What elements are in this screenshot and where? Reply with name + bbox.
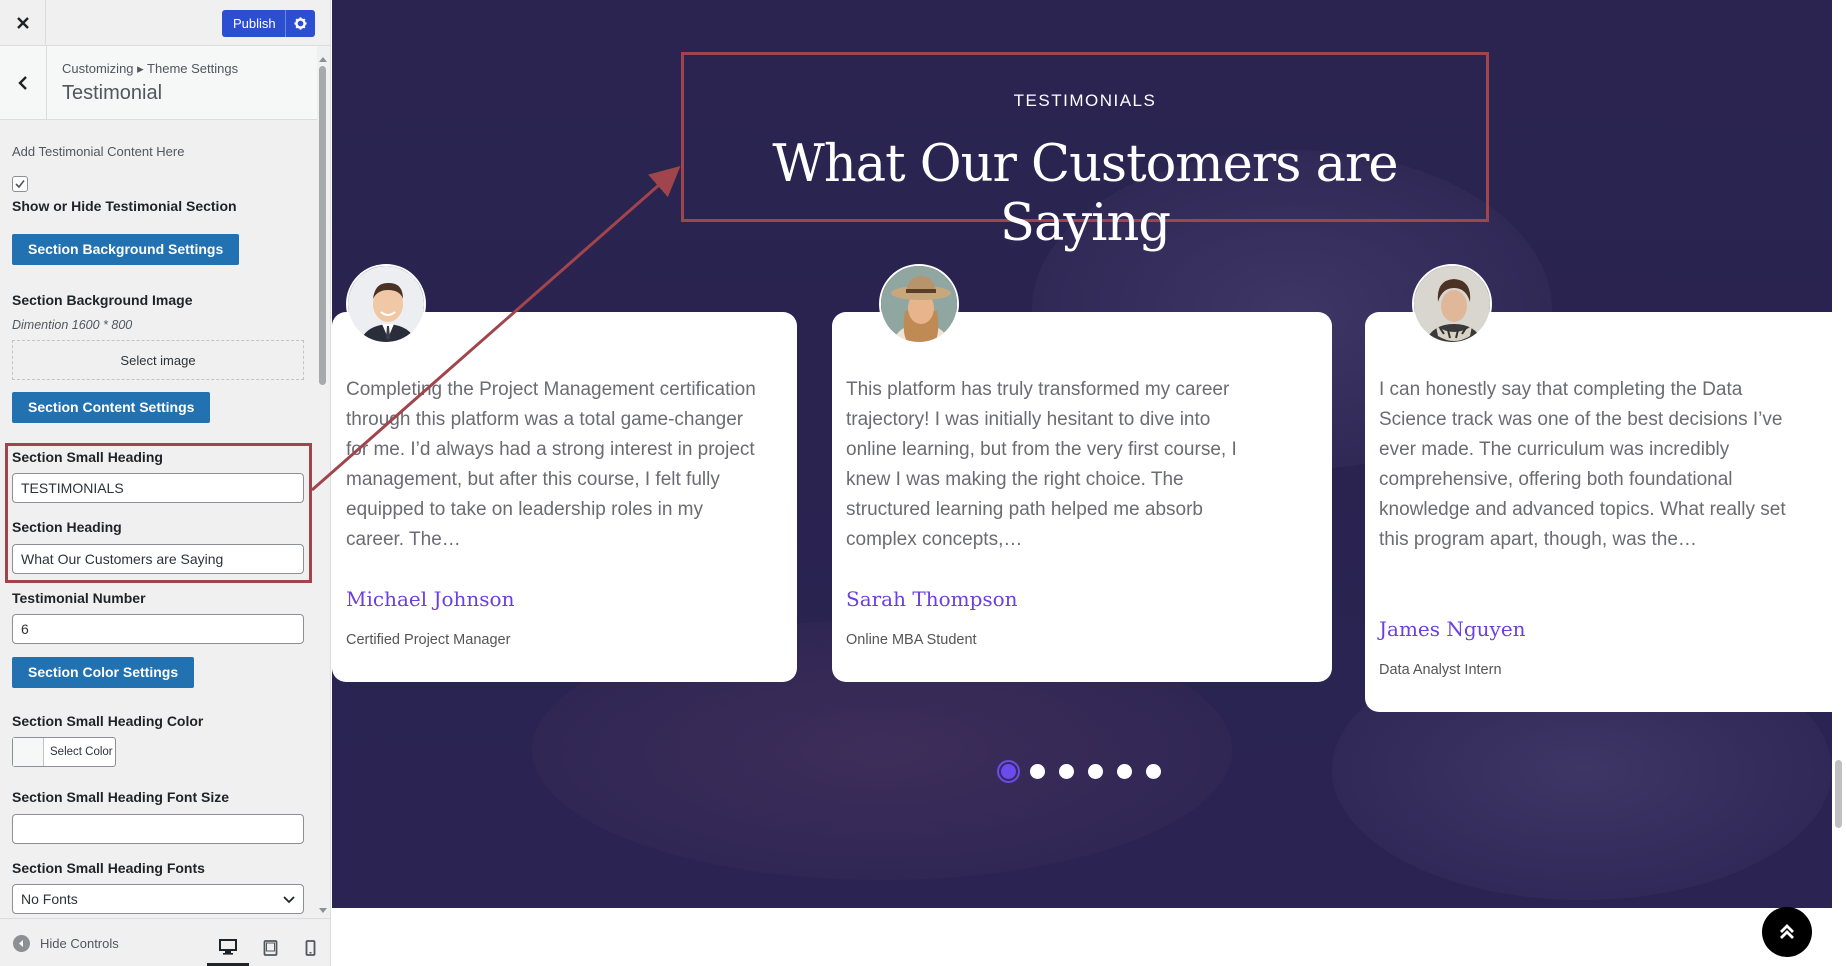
breadcrumb: Customizing ▸ Theme Settings [62, 61, 239, 76]
small-heading-color-label: Section Small Heading Color [12, 713, 204, 729]
publish-settings-button[interactable] [285, 10, 315, 37]
slider-dot-fill [1001, 764, 1016, 779]
desktop-icon [219, 938, 237, 955]
sidebar-scrollbar[interactable] [318, 57, 327, 917]
preview-mobile-button[interactable] [289, 930, 330, 966]
chevron-left-icon [18, 76, 27, 90]
testimonial-role: Online MBA Student [846, 632, 977, 648]
slider-dot-1[interactable] [997, 760, 1020, 783]
customizer-sidebar: Publish Customizing ▸ Theme Settings Tes… [0, 0, 331, 966]
small-heading-color-picker[interactable]: Select Color [12, 737, 116, 767]
annotation-highlight-heading: TESTIMONIALS What Our Customers are Sayi… [681, 52, 1489, 253]
testimonial-role: Data Analyst Intern [1379, 662, 1502, 678]
select-color-label: Select Color [50, 746, 113, 758]
slider-dot-6[interactable] [1146, 764, 1161, 779]
preview-scrollbar[interactable] [1832, 0, 1846, 966]
testimonial-card: Completing the Project Management certif… [332, 312, 797, 682]
scroll-to-top-button[interactable] [1762, 907, 1812, 957]
scroll-down-arrow[interactable] [319, 908, 327, 913]
select-image-button[interactable]: Select image [12, 340, 304, 380]
testimonial-quote: I can honestly say that completing the D… [1379, 379, 1786, 550]
select-value: No Fonts [21, 891, 78, 907]
slider-dot-5[interactable] [1117, 764, 1132, 779]
content-settings-button[interactable]: Section Content Settings [12, 392, 211, 423]
small-heading-fonts-select[interactable]: No Fonts [12, 884, 304, 914]
intro-text: Add Testimonial Content Here [12, 144, 185, 159]
testimonial-role: Certified Project Manager [346, 632, 511, 648]
show-hide-label: Show or Hide Testimonial Section [12, 198, 237, 214]
show-hide-checkbox[interactable] [12, 176, 28, 192]
small-heading-font-size-label: Section Small Heading Font Size [12, 789, 230, 805]
customizer-footer: Hide Controls [0, 918, 330, 966]
avatar [346, 264, 426, 344]
preview-scroll-thumb[interactable] [1835, 760, 1842, 828]
double-chevron-up-icon [1780, 924, 1794, 939]
avatar [879, 264, 959, 344]
collapse-arrow-icon [13, 935, 30, 952]
background-image-label: Section Background Image [12, 292, 193, 308]
background-settings-button[interactable]: Section Background Settings [12, 234, 240, 265]
color-swatch [13, 738, 44, 766]
section-small-heading: TESTIMONIALS [1013, 91, 1157, 110]
tablet-icon [263, 940, 277, 956]
avatar [1412, 264, 1492, 344]
sidebar-scroll-thumb[interactable] [319, 66, 326, 385]
chevron-down-icon [283, 896, 295, 904]
close-customizer-button[interactable] [0, 0, 46, 46]
testimonial-name: Michael Johnson [346, 587, 515, 611]
gear-icon [294, 17, 307, 30]
testimonial-name: Sarah Thompson [846, 587, 1018, 611]
annotation-highlight-sidebar [5, 443, 312, 583]
hide-controls-label: Hide Controls [40, 936, 119, 951]
section-heading: What Our Customers are Saying [772, 135, 1398, 253]
color-settings-button[interactable]: Section Color Settings [12, 657, 195, 688]
slider-dot-4[interactable] [1088, 764, 1103, 779]
testimonial-card: This platform has truly transformed my c… [832, 312, 1332, 682]
hide-controls-button[interactable]: Hide Controls [13, 935, 119, 952]
testimonial-quote: This platform has truly transformed my c… [846, 379, 1237, 550]
slider-dot-2[interactable] [1030, 764, 1045, 779]
small-heading-font-size-input[interactable] [12, 814, 304, 844]
checkmark-icon [15, 180, 25, 189]
testimonial-card: I can honestly say that completing the D… [1365, 312, 1832, 712]
slider-dot-3[interactable] [1059, 764, 1074, 779]
section-title: Testimonial [62, 82, 163, 104]
background-image-note: Dimention 1600 * 800 [12, 318, 133, 332]
testimonial-number-input[interactable]: 6 [12, 614, 304, 644]
site-preview: TESTIMONIALS What Our Customers are Sayi… [332, 0, 1832, 966]
slider-pagination [997, 760, 1175, 783]
scroll-up-arrow[interactable] [319, 57, 327, 62]
publish-group: Publish [222, 10, 315, 37]
small-heading-fonts-label: Section Small Heading Fonts [12, 860, 205, 876]
testimonial-number-label: Testimonial Number [12, 590, 146, 606]
section-header: Customizing ▸ Theme Settings Testimonial [0, 46, 317, 120]
publish-button[interactable]: Publish [222, 10, 285, 37]
testimonial-quote: Completing the Project Management certif… [346, 379, 756, 550]
mobile-icon [305, 940, 315, 956]
preview-desktop-button[interactable] [207, 930, 249, 966]
preview-tablet-button[interactable] [249, 930, 291, 966]
testimonial-name: James Nguyen [1379, 617, 1526, 641]
customizer-topbar: Publish [0, 0, 330, 46]
back-button[interactable] [0, 46, 47, 120]
close-icon [16, 17, 29, 29]
